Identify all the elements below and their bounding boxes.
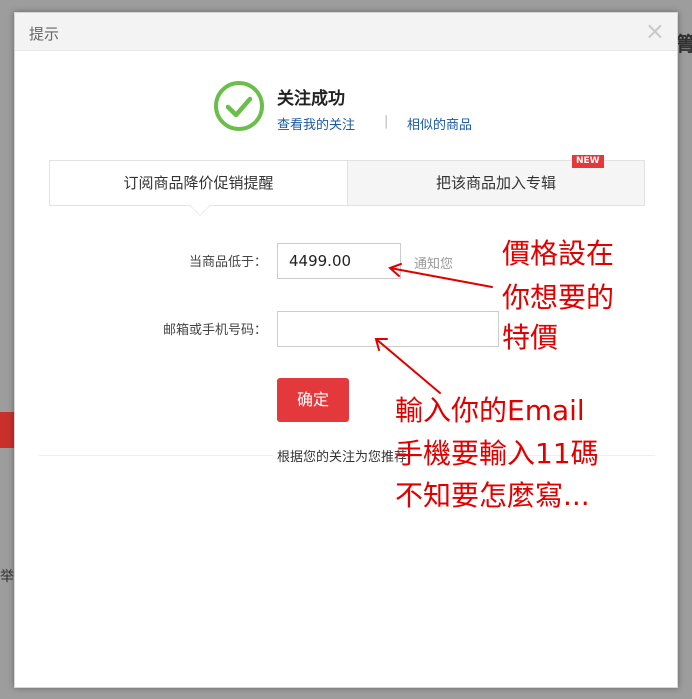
annotation-price-line: 特價	[502, 321, 559, 354]
arrow-to-email	[375, 338, 441, 394]
annotation-price-line: 你想要的	[502, 281, 615, 314]
annotation-price-line: 價格設在	[502, 237, 615, 270]
annotation-email-line: 手機要輸入11碼	[395, 437, 599, 470]
annotation-email-line: 不知要怎麼寫...	[395, 479, 590, 512]
annotation-email-line: 輸入你的Email	[395, 394, 585, 427]
arrow-to-price	[389, 267, 493, 288]
annotation-arrows	[374, 263, 493, 394]
